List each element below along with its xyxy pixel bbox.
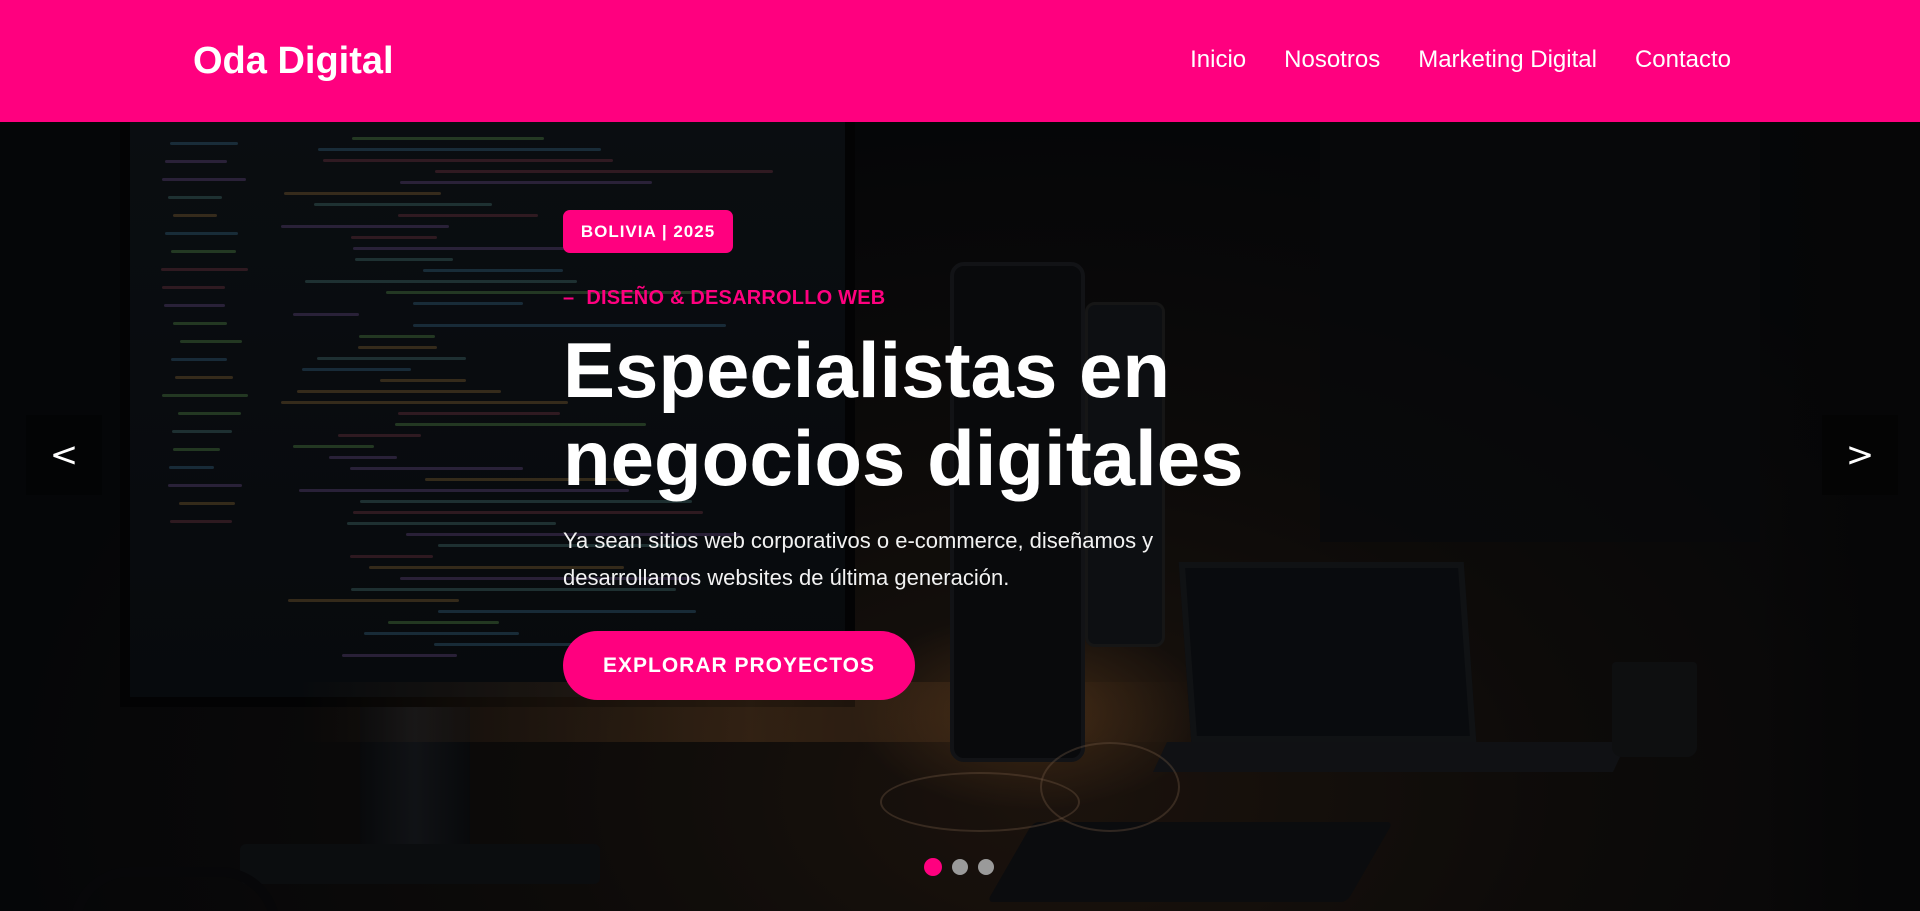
carousel-next-button[interactable]: >: [1822, 415, 1898, 495]
chevron-right-icon: >: [1845, 435, 1875, 475]
carousel-dot-2[interactable]: [952, 859, 968, 875]
nav-link-nosotros[interactable]: Nosotros: [1284, 44, 1380, 76]
eyebrow-dash: –: [563, 287, 575, 309]
headline-line-2: negocios digitales: [563, 414, 1244, 502]
top-navbar: Oda Digital Inicio Nosotros Marketing Di…: [0, 0, 1920, 122]
chevron-left-icon: <: [49, 435, 79, 475]
carousel-dot-1[interactable]: [924, 858, 942, 876]
brand-logo[interactable]: Oda Digital: [193, 38, 394, 84]
carousel-indicators: [924, 858, 994, 876]
hero-description: Ya sean sitios web corporativos o e-comm…: [563, 522, 1263, 596]
main-nav: Inicio Nosotros Marketing Digital Contac…: [1190, 44, 1731, 76]
description-line-1: Ya sean sitios web corporativos o e-comm…: [563, 528, 1154, 553]
description-line-2: desarrollamos websites de última generac…: [563, 565, 1010, 590]
eyebrow-text: DISEÑO & DESARROLLO WEB: [586, 287, 886, 309]
explore-projects-button[interactable]: EXPLORAR PROYECTOS: [563, 631, 915, 700]
nav-link-inicio[interactable]: Inicio: [1190, 44, 1246, 76]
location-year-badge: BOLIVIA | 2025: [563, 210, 733, 253]
headline-line-1: Especialistas en: [563, 326, 1171, 414]
hero-headline: Especialistas en negocios digitales: [563, 326, 1323, 502]
carousel-dot-3[interactable]: [978, 859, 994, 875]
nav-link-contacto[interactable]: Contacto: [1635, 44, 1731, 76]
carousel-prev-button[interactable]: <: [26, 415, 102, 495]
hero-carousel: BOLIVIA | 2025 – DISEÑO & DESARROLLO WEB …: [0, 122, 1920, 911]
hero-dark-overlay: [0, 122, 1920, 911]
hero-eyebrow: – DISEÑO & DESARROLLO WEB: [563, 287, 885, 310]
nav-link-marketing-digital[interactable]: Marketing Digital: [1418, 44, 1597, 76]
